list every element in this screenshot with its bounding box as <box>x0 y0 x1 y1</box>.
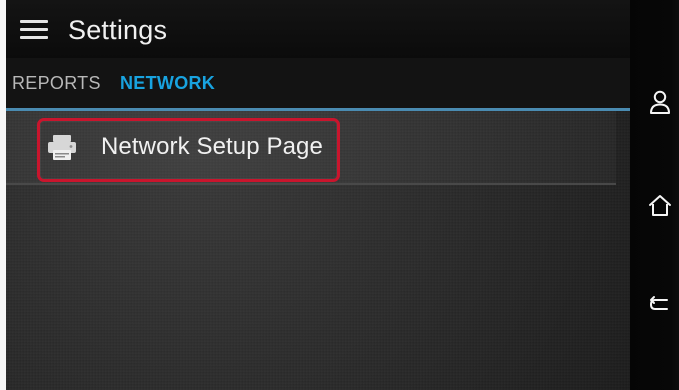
tab-reports[interactable]: REPORTS <box>12 72 101 94</box>
menu-icon[interactable] <box>20 20 48 40</box>
tab-network[interactable]: NETWORK <box>120 72 215 94</box>
page-title: Settings <box>68 15 168 45</box>
network-setup-page-item[interactable]: Network Setup Page <box>6 111 616 183</box>
menu-line <box>20 28 48 31</box>
home-icon[interactable] <box>646 192 674 220</box>
user-icon[interactable] <box>646 89 674 117</box>
network-setup-page-label: Network Setup Page <box>101 133 323 160</box>
menu-line <box>20 20 48 23</box>
list-divider <box>6 183 616 185</box>
system-navigation-bar <box>630 0 679 390</box>
back-icon[interactable] <box>646 292 674 320</box>
top-app-bar: Settings <box>6 0 630 58</box>
menu-line <box>20 36 48 39</box>
printer-icon <box>48 135 76 160</box>
tab-indicator <box>6 108 630 111</box>
settings-app: Settings REPORTS NETWORK Network Setup P… <box>6 0 630 390</box>
settings-content: Network Setup Page <box>6 111 630 390</box>
device-screen: Settings REPORTS NETWORK Network Setup P… <box>0 0 679 390</box>
tab-bar: REPORTS NETWORK <box>6 58 630 110</box>
